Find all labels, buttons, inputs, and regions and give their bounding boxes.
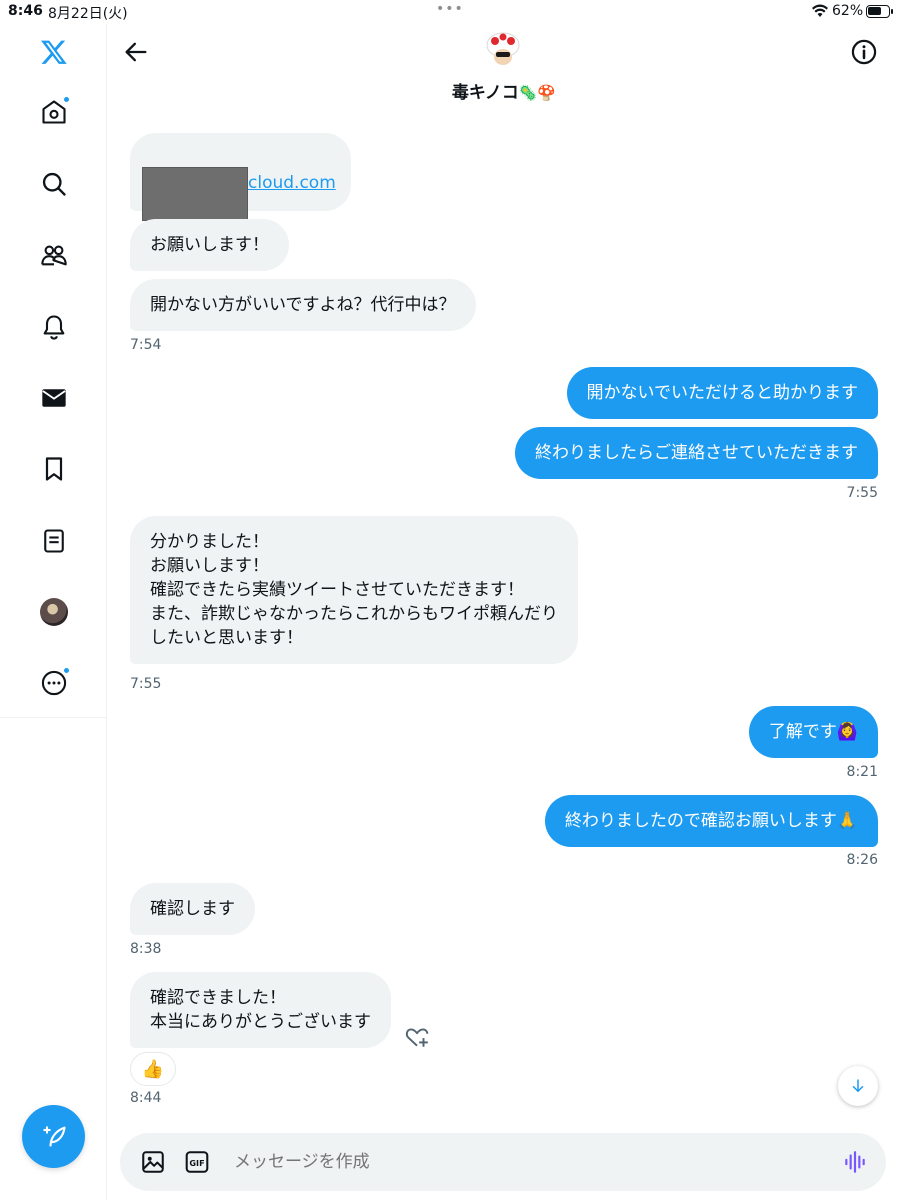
sidebar-item-lists[interactable] [34,521,74,561]
message-timestamp: 8:38 [130,941,162,957]
gif-icon[interactable]: GIF [184,1149,210,1175]
messages-icon [42,389,66,407]
message-bubble[interactable]: 確認できました！ 本当にありがとうございます [130,972,391,1048]
avatar [40,598,68,626]
sidebar-item-more[interactable] [34,663,74,703]
wifi-icon [812,4,828,17]
compose-button[interactable] [22,1105,85,1168]
message-bubble[interactable]: 開かない方がいいですよね？代行中は？ [130,279,476,331]
sidebar-item-explore[interactable] [34,164,74,204]
arrow-down-icon [852,1079,864,1092]
message-link-bubble[interactable]: cloud.com [130,133,351,221]
multitasking-dots[interactable]: ••• [436,1,464,17]
compose-icon [43,1126,66,1146]
message-bubble[interactable]: お願いします！ [130,219,289,271]
status-date: 8月22日(火) [48,6,128,22]
sidebar-divider [0,717,107,718]
sidebar-item-profile[interactable] [34,592,74,632]
message-timestamp: 8:26 [846,852,878,868]
message-timestamp: 7:55 [130,676,162,692]
message-bubble[interactable]: 確認します [130,883,255,935]
status-time: 8:46 [8,3,43,19]
conversation-header: 毒キノコ🦠🍄 [108,24,900,108]
message-input[interactable] [234,1149,794,1175]
message-link[interactable]: cloud.com [248,173,336,193]
sidebar-item-communities[interactable] [34,235,74,275]
add-reaction-icon[interactable] [404,1024,430,1050]
sidebar-item-bookmarks[interactable] [34,449,74,489]
back-arrow-icon[interactable] [122,38,150,66]
voice-icon[interactable] [842,1149,868,1175]
message-bubble[interactable]: 分かりました！ お願いします！ 確認できたら実績ツイートさせていただきます！ ま… [130,516,578,664]
message-bubble[interactable]: 終わりましたらご連絡させていただきます [515,427,878,479]
message-bubble[interactable]: 開かないでいただけると助かります [566,367,878,419]
battery-percent: 62% [832,3,864,19]
notifications-icon [43,315,65,340]
sidebar-item-home[interactable] [34,92,74,132]
sidebar-nav [0,24,107,1200]
communities-icon [41,245,67,266]
search-icon [42,172,66,196]
scroll-to-bottom-button[interactable] [838,1066,878,1106]
message-bubble[interactable]: 了解です🙆‍♀️ [748,706,878,758]
message-thread[interactable]: cloud.com お願いします！ 開かない方がいいですよね？代行中は？ 7:5… [108,100,900,1125]
notification-dot [63,667,70,674]
image-icon[interactable] [140,1149,166,1175]
message-timestamp: 8:44 [130,1090,162,1106]
lists-icon [44,529,64,553]
info-icon[interactable] [850,38,878,66]
message-timestamp: 7:55 [846,485,878,501]
message-timestamp: 8:21 [846,764,878,780]
reaction-badge[interactable]: 👍 [130,1052,176,1086]
notification-dot [63,96,70,103]
status-bar: 8:46 8月22日(火) ••• 62% [0,0,900,24]
message-bubble[interactable]: 終わりましたので確認お願いします🙏 [544,795,878,847]
message-composer: GIF [120,1133,886,1191]
sidebar-item-messages[interactable] [34,378,74,418]
svg-text:GIF: GIF [189,1158,204,1168]
conversation-avatar[interactable] [484,30,522,68]
toad-avatar-icon [486,32,520,65]
bookmarks-icon [45,457,63,481]
sidebar-item-notifications[interactable] [34,307,74,347]
redacted-block [142,167,248,221]
x-logo-icon[interactable] [34,32,74,72]
message-timestamp: 7:54 [130,337,162,353]
battery-icon [866,5,893,18]
